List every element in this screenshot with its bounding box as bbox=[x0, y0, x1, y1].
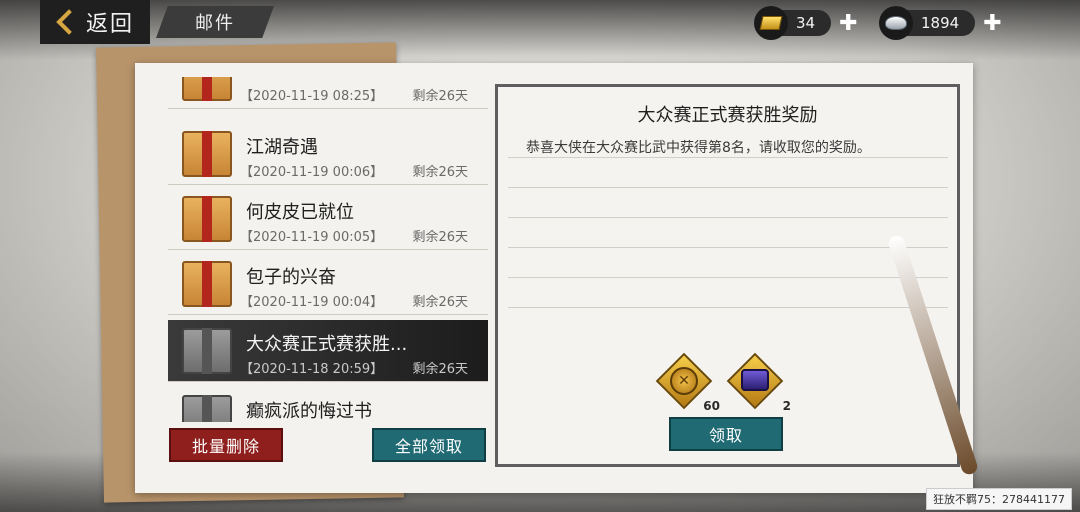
divider bbox=[508, 187, 948, 188]
mail-item[interactable]: 【2020-11-19 08:25】 剩余26天 bbox=[168, 77, 488, 109]
mail-date: 【2020-11-19 00:06】 bbox=[240, 165, 384, 180]
mail-item-selected[interactable]: 大众赛正式赛获胜... 【2020-11-18 20:59】 剩余26天 bbox=[168, 320, 488, 382]
mail-title: 癫疯派的悔过书 bbox=[246, 401, 372, 422]
batch-delete-button[interactable]: 批量删除 bbox=[169, 428, 283, 462]
envelope-icon bbox=[182, 131, 232, 177]
chevron-left-icon bbox=[56, 9, 82, 35]
divider bbox=[508, 307, 948, 308]
mail-title: 大众赛正式赛获胜... bbox=[246, 334, 408, 355]
mail-remaining: 剩余26天 bbox=[412, 295, 468, 310]
opened-envelope-icon bbox=[182, 395, 232, 422]
mail-date: 【2020-11-19 00:05】 bbox=[240, 230, 384, 245]
divider bbox=[508, 217, 948, 218]
mail-detail-body: 恭喜大侠在大众赛比武中获得第8名，请收取您的奖励。 bbox=[526, 140, 871, 156]
mail-title: 何皮皮已就位 bbox=[246, 202, 354, 223]
mail-remaining: 剩余26天 bbox=[412, 89, 468, 104]
reward-copper-coins[interactable]: ✕ 60 bbox=[655, 352, 720, 413]
back-label: 返回 bbox=[86, 12, 135, 37]
mail-list[interactable]: 【2020-11-19 08:25】 剩余26天 江湖奇遇 【2020-11-1… bbox=[168, 77, 488, 422]
mail-item[interactable]: 癫疯派的悔过书 bbox=[168, 387, 488, 422]
mail-title: 江湖奇遇 bbox=[246, 137, 318, 158]
silver-currency: 1894 ✚ bbox=[879, 6, 1002, 40]
mail-date: 【2020-11-18 20:59】 bbox=[240, 362, 384, 377]
divider bbox=[508, 247, 948, 248]
treasure-chest-icon bbox=[741, 369, 769, 391]
mail-remaining: 剩余26天 bbox=[412, 165, 468, 180]
gold-bar-icon bbox=[754, 6, 788, 40]
divider bbox=[508, 277, 948, 278]
gold-currency: 34 ✚ bbox=[754, 6, 858, 40]
mail-item[interactable]: 何皮皮已就位 【2020-11-19 00:05】 剩余26天 bbox=[168, 188, 488, 250]
copper-coin-icon: ✕ bbox=[670, 367, 698, 395]
mail-title: 包子的兴奋 bbox=[246, 267, 336, 288]
back-button[interactable]: 返回 bbox=[40, 0, 150, 44]
claim-all-button[interactable]: 全部领取 bbox=[372, 428, 486, 462]
envelope-icon bbox=[182, 196, 232, 242]
add-silver-icon[interactable]: ✚ bbox=[983, 11, 1001, 36]
mail-item[interactable]: 江湖奇遇 【2020-11-19 00:06】 剩余26天 bbox=[168, 123, 488, 185]
page-title: 邮件 bbox=[195, 13, 235, 34]
claim-button[interactable]: 领取 bbox=[669, 417, 783, 451]
mail-detail-title: 大众赛正式赛获胜奖励 bbox=[637, 105, 818, 126]
page-title-tab: 邮件 bbox=[156, 6, 274, 38]
mail-date: 【2020-11-19 08:25】 bbox=[240, 89, 384, 104]
envelope-icon bbox=[182, 261, 232, 307]
envelope-icon bbox=[182, 77, 232, 101]
add-gold-icon[interactable]: ✚ bbox=[839, 11, 857, 36]
silver-ingot-icon bbox=[879, 6, 913, 40]
watermark: 狂放不羁75：278441177 bbox=[926, 488, 1072, 510]
reward-count: 60 bbox=[703, 399, 720, 413]
opened-envelope-icon bbox=[182, 328, 232, 374]
divider bbox=[508, 157, 948, 158]
reward-treasure-chest[interactable]: 2 bbox=[726, 352, 791, 413]
mail-remaining: 剩余26天 bbox=[412, 362, 468, 377]
mail-date: 【2020-11-19 00:04】 bbox=[240, 295, 384, 310]
mail-detail: 大众赛正式赛获胜奖励 恭喜大侠在大众赛比武中获得第8名，请收取您的奖励。 bbox=[495, 84, 960, 467]
reward-count: 2 bbox=[782, 399, 791, 413]
mail-item[interactable]: 包子的兴奋 【2020-11-19 00:04】 剩余26天 bbox=[168, 253, 488, 315]
mail-remaining: 剩余26天 bbox=[412, 230, 468, 245]
